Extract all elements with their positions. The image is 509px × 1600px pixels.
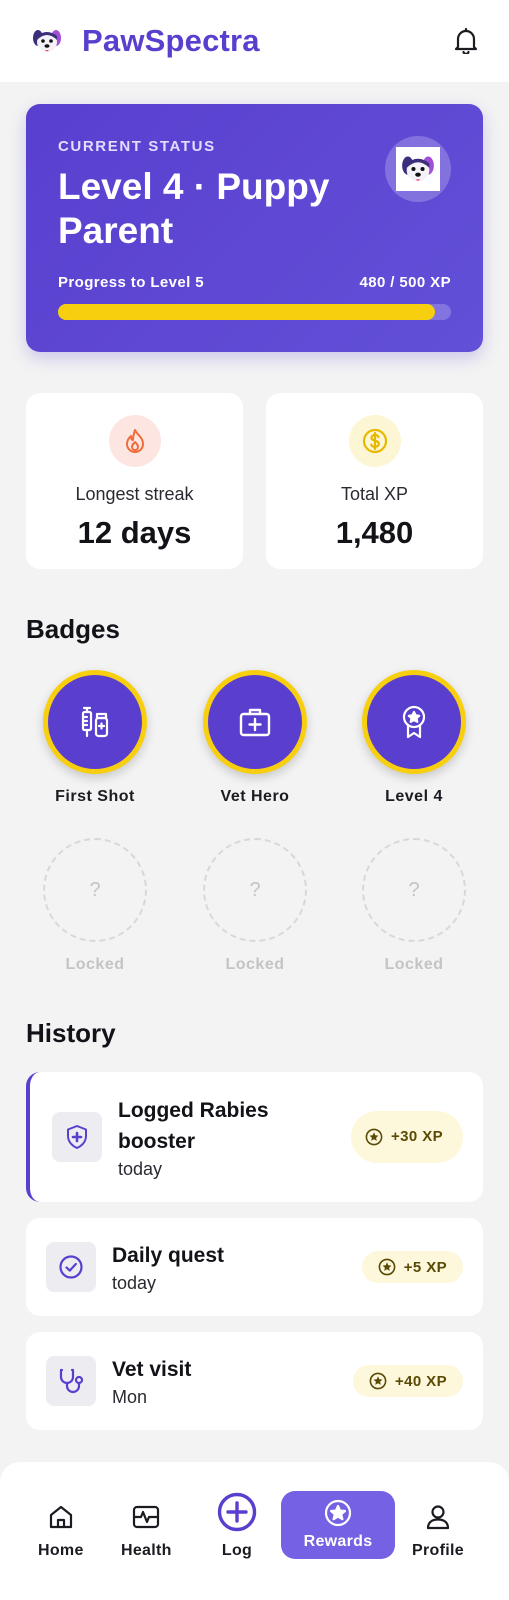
badge-first-shot[interactable]: First Shot (25, 670, 165, 806)
history-item[interactable]: Daily quest today +5 XP (26, 1218, 483, 1316)
progress-label: Progress to Level 5 (58, 274, 204, 291)
xp-value: +5 XP (403, 1258, 447, 1276)
nav-item-profile[interactable]: Profile (412, 1502, 464, 1560)
history-item[interactable]: Logged Rabies booster today +30 XP (26, 1072, 483, 1202)
badge-label: First Shot (55, 788, 135, 805)
badge-locked: ? Locked (344, 838, 484, 974)
progress-value: 480 / 500 XP (359, 274, 451, 291)
history-text: Vet visit Mon (112, 1354, 191, 1408)
badge-level-4[interactable]: Level 4 (344, 670, 484, 806)
bottom-nav: Home Health Log Rewards Profile (0, 1462, 509, 1600)
badge-label: Locked (65, 956, 125, 973)
history-date: today (112, 1273, 157, 1293)
stat-label: Longest streak (75, 484, 194, 504)
star-badge-icon (324, 1499, 352, 1527)
badge-locked: ? Locked (25, 838, 165, 974)
stat-value: 1,480 (335, 515, 414, 550)
locked-badge-placeholder: ? (362, 838, 466, 942)
pulse-icon (132, 1502, 160, 1532)
history-title: History (26, 1018, 116, 1048)
locked-badge-placeholder: ? (203, 838, 307, 942)
xp-value: +30 XP (391, 1128, 444, 1145)
xp-badge: +5 XP (361, 1251, 463, 1283)
nav-label: Rewards (303, 1533, 373, 1550)
history-text: Logged Rabies booster today (118, 1095, 318, 1180)
dog-face-icon (30, 24, 64, 58)
nav-item-rewards[interactable]: Rewards (281, 1491, 395, 1559)
nav-item-health[interactable]: Health (121, 1502, 172, 1560)
history-text: Daily quest today (112, 1240, 224, 1294)
app-name: PawSpectra (82, 23, 260, 58)
star-coin-icon (365, 1128, 383, 1146)
progress-row: Progress to Level 5 480 / 500 XP (58, 274, 451, 291)
badge-label: Level 4 (385, 788, 443, 805)
avatar[interactable] (385, 136, 451, 202)
nav-label: Profile (412, 1542, 464, 1559)
progress-bar (58, 304, 451, 320)
check-circle-icon (46, 1242, 96, 1292)
badge-label: Locked (384, 956, 444, 973)
app-header: PawSpectra (0, 0, 509, 82)
plus-circle-icon (217, 1492, 257, 1532)
coin-icon (348, 415, 401, 467)
xp-badge: +40 XP (352, 1365, 463, 1397)
award-ribbon-icon (362, 670, 466, 774)
stat-card-streak: Longest streak 12 days (26, 393, 243, 569)
locked-badge-placeholder: ? (43, 838, 147, 942)
star-coin-icon (378, 1258, 396, 1276)
nav-label: Log (221, 1542, 253, 1559)
flame-icon (108, 415, 161, 467)
nav-label: Home (38, 1542, 84, 1559)
badges-title: Badges (26, 614, 120, 644)
stat-card-total-xp: Total XP 1,480 (266, 393, 483, 569)
home-icon (49, 1502, 73, 1532)
badge-label: Vet Hero (220, 788, 290, 805)
history-title-text: Daily quest (112, 1244, 225, 1267)
badge-vet-hero[interactable]: Vet Hero (185, 670, 325, 806)
history-item[interactable]: Vet visit Mon +40 XP (26, 1332, 483, 1430)
star-coin-icon (369, 1372, 387, 1390)
badge-label: Locked (225, 956, 285, 973)
badge-locked: ? Locked (185, 838, 325, 974)
history-date: today (118, 1158, 163, 1179)
xp-badge: +30 XP (351, 1111, 463, 1163)
xp-value: +40 XP (394, 1372, 447, 1390)
history-title-text: Vet visit (112, 1358, 192, 1381)
status-card: CURRENT STATUS Level 4 · Puppy Parent Pr… (26, 104, 483, 352)
progress-fill (58, 304, 436, 320)
stat-label: Total XP (340, 484, 409, 504)
user-icon (426, 1502, 450, 1532)
bell-icon[interactable] (451, 26, 481, 56)
nav-label: Health (121, 1542, 172, 1559)
nav-item-home[interactable]: Home (38, 1502, 84, 1560)
stethoscope-icon (46, 1356, 96, 1406)
syringe-vial-icon (43, 670, 147, 774)
nav-item-log[interactable]: Log (217, 1492, 257, 1560)
medical-kit-icon (203, 670, 307, 774)
status-title: Level 4 · Puppy Parent (58, 166, 330, 251)
history-title-text: Logged Rabies booster (118, 1098, 269, 1153)
history-date: Mon (112, 1387, 148, 1407)
shield-plus-icon (52, 1112, 102, 1162)
dog-face-icon (396, 147, 440, 191)
stat-value: 12 days (77, 515, 192, 550)
